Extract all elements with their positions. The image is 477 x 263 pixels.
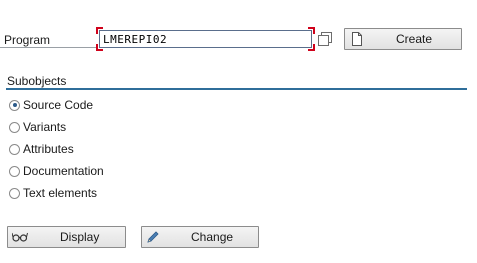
glasses-icon (11, 231, 28, 246)
radio-label: Source Code (23, 98, 94, 112)
create-button[interactable]: Create (344, 28, 462, 50)
radio-label: Variants (23, 120, 67, 134)
radio-button[interactable] (9, 187, 20, 199)
radio-button[interactable] (9, 143, 20, 155)
change-button-label: Change (191, 230, 234, 244)
subobjects-title: Subobjects (7, 74, 67, 88)
change-button[interactable]: Change (141, 226, 259, 248)
display-button[interactable]: Display (7, 226, 126, 248)
radio-documentation[interactable]: Documentation (9, 163, 104, 179)
subobjects-divider (6, 88, 467, 90)
program-label-underline (0, 47, 96, 48)
radio-label: Text elements (23, 186, 98, 200)
radio-label: Attributes (23, 142, 74, 156)
radio-source-code[interactable]: Source Code (9, 97, 93, 113)
radio-button-checked[interactable] (9, 99, 20, 111)
radio-label: Documentation (23, 164, 104, 178)
create-button-label: Create (396, 32, 433, 46)
program-input[interactable]: LMEREPI02 (99, 30, 312, 48)
new-document-icon (351, 32, 363, 49)
radio-button[interactable] (9, 165, 20, 177)
radio-attributes[interactable]: Attributes (9, 141, 74, 157)
value-help-icon[interactable] (317, 31, 333, 47)
radio-variants[interactable]: Variants (9, 119, 66, 135)
display-button-label: Display (60, 230, 100, 244)
radio-button[interactable] (9, 121, 20, 133)
pencil-icon (146, 230, 160, 247)
program-label: Program (4, 33, 51, 47)
radio-text-elements[interactable]: Text elements (9, 185, 97, 201)
